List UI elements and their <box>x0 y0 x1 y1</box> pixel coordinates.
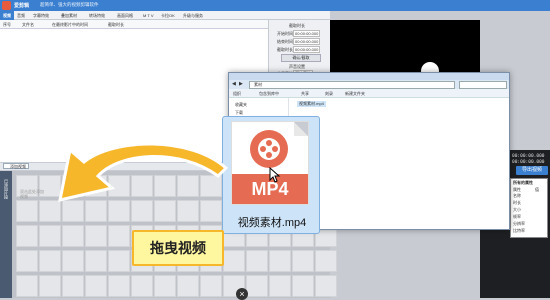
clip-slot[interactable] <box>292 275 314 297</box>
property-row: 名称 <box>513 193 521 198</box>
close-icon[interactable]: × <box>236 288 248 300</box>
title-bar: 爱剪辑 超简单、强大的视频剪辑软件 <box>0 0 550 11</box>
clip-slot[interactable] <box>85 275 107 297</box>
page-fold <box>294 122 308 136</box>
drag-video-banner: 拖曳视频 <box>132 230 224 266</box>
add-video-label: 添加视频 <box>10 164 26 169</box>
tab-subtitle[interactable]: 字幕特效 <box>30 11 52 20</box>
start-time-field[interactable]: 00:00:00.000 <box>293 30 321 37</box>
clip-slot[interactable] <box>16 250 38 272</box>
file-name: 视频素材.mp4 <box>237 217 307 229</box>
dragged-file-card[interactable]: MP4 视频素材.mp4 <box>222 116 320 234</box>
current-time: 00:00:00.000 <box>512 154 545 159</box>
explorer-path[interactable]: 素材 <box>249 81 455 89</box>
forward-arrow-icon[interactable]: ▶ <box>239 81 243 87</box>
toolbar-include-library[interactable]: 包含到库中 <box>259 91 279 97</box>
app-title: 爱剪辑 <box>14 3 30 9</box>
drag-arrow-icon <box>58 142 229 202</box>
tab-transition[interactable]: 转场特效 <box>86 11 108 20</box>
duration-field[interactable]: 00:00:00.000 <box>293 46 321 53</box>
tab-karaoke[interactable]: 卡拉OK <box>158 11 178 20</box>
clip-list-header: 序号 文件名 在最终影片中的时间 截取时长 <box>0 20 268 29</box>
toolbar-new-folder[interactable]: 新建文件夹 <box>345 91 365 97</box>
clip-slot[interactable] <box>62 250 84 272</box>
clip-slot[interactable] <box>177 275 199 297</box>
property-row: 比特率 <box>513 228 525 233</box>
clip-slot[interactable] <box>62 275 84 297</box>
back-arrow-icon[interactable]: ◀ <box>232 81 236 87</box>
properties-title: 所有的属性 <box>513 180 533 185</box>
confirm-trim-button[interactable]: 确认/截取 <box>281 54 321 62</box>
nav-favorites[interactable]: 收藏夹 <box>235 102 247 108</box>
clip-slot[interactable] <box>85 250 107 272</box>
clip-slot[interactable] <box>315 275 337 297</box>
tab-overlay[interactable]: 叠加素材 <box>58 11 80 20</box>
explorer-address-bar: ◀ ▶ 素材 <box>229 80 509 89</box>
explorer-titlebar[interactable] <box>229 73 509 80</box>
toolbar-share[interactable]: 共享 <box>301 91 309 97</box>
film-reel-icon <box>250 130 288 168</box>
tab-audio[interactable]: 音频 <box>14 11 28 20</box>
duration-label: 截取时长 <box>277 47 293 52</box>
property-row: 时长 <box>513 200 521 205</box>
property-row: 帧率 <box>513 214 521 219</box>
add-video-button[interactable]: 添加视频 <box>3 163 29 169</box>
app-logo-icon <box>2 1 11 10</box>
clip-slot[interactable] <box>315 250 337 272</box>
property-row: 大小 <box>513 207 521 212</box>
end-time-label: 结束时间 <box>277 39 293 44</box>
file-item-small[interactable]: 视频素材.mp4 <box>297 101 326 107</box>
col-filename: 文件名 <box>22 22 34 27</box>
toolbar-organize[interactable]: 组织 <box>233 91 241 97</box>
clip-slot[interactable] <box>39 275 61 297</box>
clip-slot[interactable] <box>131 275 153 297</box>
col-index: 序号 <box>3 22 11 27</box>
properties-col-value: 值 <box>535 187 539 192</box>
total-time: 00:00:00.000 <box>512 160 545 165</box>
clip-slot[interactable] <box>108 275 130 297</box>
clip-slot[interactable] <box>16 275 38 297</box>
clip-slot[interactable] <box>269 275 291 297</box>
clip-slot[interactable] <box>16 225 38 247</box>
clip-slot[interactable] <box>223 250 245 272</box>
clip-slot[interactable] <box>108 250 130 272</box>
explorer-toolbar: 组织 包含到库中 共享 刻录 新建文件夹 <box>229 89 509 98</box>
explorer-search-input[interactable] <box>459 81 507 89</box>
tab-video[interactable]: 视频 <box>0 11 14 20</box>
tab-upgrade[interactable]: 升级与服务 <box>180 11 206 20</box>
export-video-button[interactable]: 导出视频 <box>516 166 548 175</box>
menu-bar: 视频 音频 字幕特效 叠加素材 转场特效 画面风格 M T V 卡拉OK 升级与… <box>0 11 330 20</box>
clip-slot[interactable] <box>246 275 268 297</box>
property-row: 分辨率 <box>513 221 525 226</box>
clip-slot[interactable] <box>292 250 314 272</box>
col-timeline: 在最终影片中的时间 <box>52 22 88 27</box>
added-clips-tab-label: 已添加片段 <box>4 179 9 199</box>
clip-slot[interactable] <box>16 200 38 222</box>
clip-settings-panel: 截取时长 开始时间 00:00:00.000 结束时间 00:00:00.000… <box>268 20 330 80</box>
tab-mtv[interactable]: M T V <box>140 11 157 20</box>
mp4-file-icon: MP4 <box>231 121 309 205</box>
clip-slot[interactable] <box>200 275 222 297</box>
properties-panel: 所有的属性 属性 值 名称 时长 大小 帧率 分辨率 比特率 <box>510 178 548 238</box>
mouse-cursor-icon <box>269 166 281 184</box>
start-time-label: 开始时间 <box>277 31 293 36</box>
clip-slot[interactable] <box>39 250 61 272</box>
section-trim: 截取时长 <box>289 23 305 28</box>
clip-slot[interactable] <box>154 275 176 297</box>
col-duration: 截取时长 <box>108 22 124 27</box>
added-clips-tab[interactable]: 已添加片段 <box>0 171 12 298</box>
toolbar-burn[interactable]: 刻录 <box>325 91 333 97</box>
end-time-field[interactable]: 00:00:00.000 <box>293 38 321 45</box>
clip-slot[interactable] <box>269 250 291 272</box>
clip-slot[interactable] <box>246 250 268 272</box>
tab-style[interactable]: 画面风格 <box>114 11 136 20</box>
app-subtitle: 超简单、强大的视频剪辑软件 <box>40 2 99 7</box>
